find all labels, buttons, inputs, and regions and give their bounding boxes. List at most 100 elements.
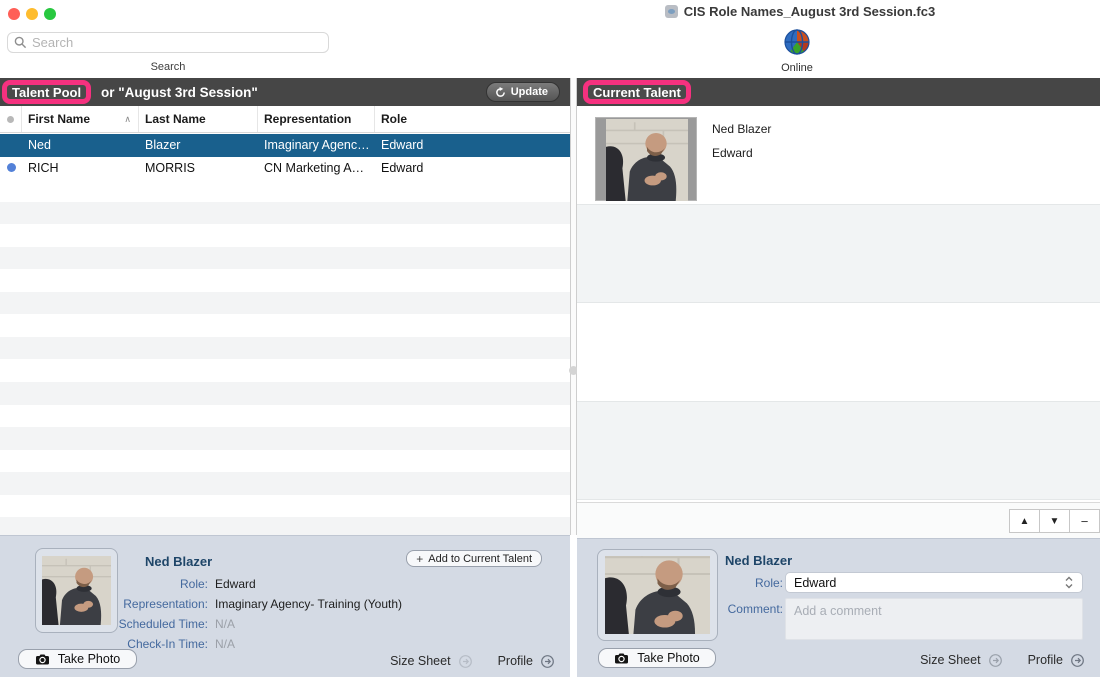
- size-sheet-link[interactable]: Size Sheet: [920, 653, 980, 667]
- status-column-header[interactable]: [0, 106, 22, 132]
- zoom-button[interactable]: [44, 8, 56, 20]
- online-toolbar-item[interactable]: Online: [762, 29, 832, 74]
- column-header-last-name[interactable]: Last Name: [139, 106, 258, 132]
- empty-table-row[interactable]: [0, 517, 570, 535]
- talent-card: Ned Blazer Edward: [577, 106, 1100, 204]
- move-up-button[interactable]: ▲: [1009, 509, 1040, 533]
- role-value: Edward: [215, 577, 256, 591]
- empty-table-row[interactable]: [0, 359, 570, 382]
- current-talent-highlight: Current Talent: [583, 80, 691, 104]
- refresh-icon: [495, 86, 505, 97]
- empty-table-row[interactable]: [0, 472, 570, 495]
- talent-photo: [605, 556, 710, 634]
- globe-online-icon: [784, 29, 810, 55]
- talent-pool-table-header: First Name ∧ Last Name Representation Ro…: [0, 106, 570, 133]
- minimize-button[interactable]: [26, 8, 38, 20]
- role-label: Role:: [179, 577, 208, 591]
- table-row-rich-morris[interactable]: RICH MORRIS CN Marketing A… Edward: [0, 157, 570, 180]
- profile-go-icon[interactable]: [1071, 653, 1084, 667]
- current-talent-title: Current Talent: [593, 84, 681, 100]
- search-toolbar-label: Search: [150, 61, 186, 73]
- current-talent-toolbar: ▲ ▼ −: [577, 502, 1100, 538]
- talent-pool-panel: Talent Pool or "August 3rd Session" Upda…: [0, 78, 570, 535]
- empty-table-row[interactable]: [0, 269, 570, 292]
- update-button[interactable]: Update: [485, 82, 560, 102]
- size-sheet-go-icon[interactable]: [988, 653, 1002, 667]
- empty-table-row[interactable]: [0, 314, 570, 337]
- pool-detail-panel: Take Photo Ned Blazer Role: Edward Repre…: [0, 535, 570, 677]
- size-sheet-link[interactable]: Size Sheet: [390, 654, 450, 668]
- role-select-value: Edward: [794, 575, 837, 590]
- talent-pool-header: Talent Pool or "August 3rd Session" Upda…: [0, 78, 570, 106]
- empty-table-row[interactable]: [0, 450, 570, 473]
- profile-go-icon[interactable]: [541, 654, 554, 668]
- add-to-current-talent-button[interactable]: + Add to Current Talent: [406, 550, 542, 567]
- window-title-text: CIS Role Names_August 3rd Session.fc3: [683, 4, 936, 19]
- camera-icon: [35, 653, 50, 665]
- current-talent-panel: Current Talent Ned Blazer Edward ▲ ▼ −: [577, 78, 1100, 538]
- empty-table-row[interactable]: [0, 291, 570, 315]
- up-triangle-icon: ▲: [1019, 515, 1030, 527]
- checked-in-dot-icon: [6, 163, 16, 173]
- empty-table-row[interactable]: [0, 224, 570, 247]
- talent-detail-photo-card: [597, 549, 718, 641]
- close-button[interactable]: [8, 8, 20, 20]
- profile-link[interactable]: Profile: [1028, 653, 1063, 667]
- file-proxy-icon: [664, 5, 678, 18]
- talent-detail-links: Size Sheet Profile: [920, 653, 1084, 667]
- titlebar: CIS Role Names_August 3rd Session.fc3 Se…: [0, 0, 1100, 78]
- talent-pool-title: Talent Pool: [12, 84, 82, 100]
- empty-list-row[interactable]: [577, 303, 1100, 402]
- comment-input[interactable]: [785, 598, 1083, 640]
- search-field[interactable]: [7, 32, 329, 53]
- online-label: Online: [781, 62, 813, 74]
- talent-detail-panel: Take Photo Ned Blazer Role: Edward Comme…: [577, 538, 1100, 677]
- pool-detail-links: Size Sheet Profile: [390, 654, 554, 668]
- down-triangle-icon: ▼: [1049, 515, 1060, 527]
- size-sheet-go-icon[interactable]: [458, 654, 472, 668]
- window-title: CIS Role Names_August 3rd Session.fc3: [640, 4, 960, 19]
- empty-table-row[interactable]: [0, 427, 570, 450]
- panel-split-divider: [569, 78, 578, 535]
- empty-table-row[interactable]: [0, 336, 570, 360]
- empty-table-row[interactable]: [0, 179, 570, 202]
- representation-label: Representation:: [123, 597, 208, 611]
- profile-link[interactable]: Profile: [498, 654, 533, 668]
- current-talent-row[interactable]: Ned Blazer Edward: [577, 106, 1100, 205]
- comment-label: Comment:: [727, 602, 783, 616]
- take-photo-button[interactable]: Take Photo: [18, 649, 137, 669]
- check-in-time-label: Check-In Time:: [127, 637, 208, 651]
- move-down-button[interactable]: ▼: [1039, 509, 1070, 533]
- search-input[interactable]: [32, 35, 322, 50]
- talent-detail-name: Ned Blazer: [725, 553, 793, 568]
- table-row-ned-blazer[interactable]: Ned Blazer Imaginary Agenc… Edward: [0, 134, 570, 157]
- empty-table-row[interactable]: [0, 246, 570, 270]
- talent-photo-thumbnail: [595, 117, 697, 201]
- pool-detail-name: Ned Blazer: [145, 554, 213, 569]
- take-photo-button[interactable]: Take Photo: [598, 648, 716, 668]
- empty-table-row[interactable]: [0, 495, 570, 518]
- talent-card-role: Edward: [712, 146, 753, 160]
- column-header-role[interactable]: Role: [375, 106, 570, 132]
- role-label: Role:: [754, 576, 783, 590]
- search-icon: [14, 36, 27, 49]
- empty-table-row[interactable]: [0, 382, 570, 405]
- empty-list-row[interactable]: [577, 204, 1100, 303]
- remove-talent-button[interactable]: −: [1069, 509, 1100, 533]
- sort-ascending-icon: ∧: [124, 113, 131, 124]
- check-in-time-value: N/A: [215, 637, 236, 651]
- status-dot-icon: [7, 115, 14, 123]
- empty-list-row[interactable]: [577, 401, 1100, 500]
- role-select[interactable]: Edward: [785, 572, 1083, 593]
- camera-icon: [614, 652, 629, 664]
- scheduled-time-label: Scheduled Time:: [118, 617, 208, 631]
- talent-photo: [605, 119, 689, 201]
- column-header-first-name[interactable]: First Name ∧: [22, 106, 139, 132]
- empty-table-row[interactable]: [0, 405, 570, 428]
- empty-table-row[interactable]: [0, 201, 570, 225]
- minus-icon: −: [1080, 513, 1089, 529]
- current-talent-header: Current Talent: [577, 78, 1100, 106]
- column-header-representation[interactable]: Representation: [258, 106, 375, 132]
- plus-icon: +: [416, 551, 424, 566]
- talent-pool-table-body: Ned Blazer Imaginary Agenc… Edward RICH …: [0, 134, 570, 535]
